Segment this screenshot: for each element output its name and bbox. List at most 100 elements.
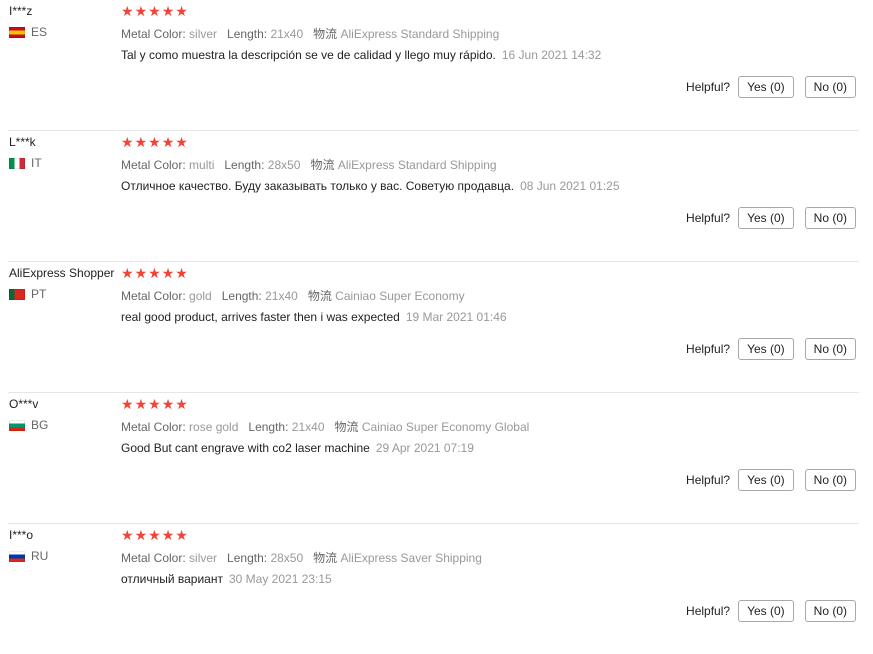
star-icon: ★ xyxy=(148,265,161,281)
attribute-value: AliExpress Standard Shipping xyxy=(337,158,497,172)
helpful-section: Helpful? Yes (0) No (0) xyxy=(686,76,856,98)
helpful-section: Helpful? Yes (0) No (0) xyxy=(686,469,856,491)
star-icon: ★ xyxy=(121,134,134,150)
attribute-key: Metal Color: xyxy=(121,158,186,172)
country-code: ES xyxy=(31,25,48,39)
country-flag-icon xyxy=(9,157,25,169)
reviewer-country: IT xyxy=(9,156,119,170)
attribute-item: Metal Color: multi xyxy=(121,158,214,172)
review-text: отличный вариант 30 May 2021 23:15 xyxy=(121,572,859,586)
attribute-item: Metal Color: silver xyxy=(121,27,217,41)
helpful-label: Helpful? xyxy=(686,604,731,618)
attribute-item: 物流 AliExpress Standard Shipping xyxy=(313,27,499,41)
helpful-section: Helpful? Yes (0) No (0) xyxy=(686,338,856,360)
attribute-value: AliExpress Standard Shipping xyxy=(340,27,500,41)
attribute-key: Length: xyxy=(227,551,268,565)
star-icon: ★ xyxy=(121,3,134,19)
attribute-value: Cainiao Super Economy Global xyxy=(361,420,530,434)
star-rating: ★ ★ ★ ★ ★ xyxy=(121,396,859,412)
helpful-no-button[interactable]: No (0) xyxy=(804,338,856,360)
helpful-yes-button[interactable]: Yes (0) xyxy=(738,469,794,491)
star-icon: ★ xyxy=(134,134,148,150)
attribute-key: Length: xyxy=(224,158,265,172)
attribute-item: 物流 Cainiao Super Economy Global xyxy=(335,420,530,434)
star-icon: ★ xyxy=(161,3,175,19)
review-item: AliExpress Shopper PT ★ ★ ★ ★ ★ Metal Color: go… xyxy=(8,262,859,393)
attribute-key: 物流 xyxy=(313,27,338,41)
attribute-value: 21x40 xyxy=(265,289,298,303)
review-date: 29 Apr 2021 07:19 xyxy=(375,441,474,455)
review-body: Tal y como muestra la descripción se ve … xyxy=(121,48,496,62)
attribute-value: 28x50 xyxy=(267,158,301,172)
attribute-item: Length: 28x50 xyxy=(227,551,303,565)
attribute-value: gold xyxy=(189,289,212,303)
attribute-item: Length: 21x40 xyxy=(227,27,303,41)
reviewer-name: I***o xyxy=(9,528,34,542)
attribute-value: 21x40 xyxy=(270,27,304,41)
helpful-no-button[interactable]: No (0) xyxy=(804,469,856,491)
review-text: Отличное качество. Буду заказывать тольк… xyxy=(121,179,859,193)
review-date: 08 Jun 2021 01:25 xyxy=(520,179,620,193)
review-item: I***o RU ★ ★ ★ ★ ★ Metal Color: silver Length: 2… xyxy=(8,524,859,654)
reviewer-info: L***k IT xyxy=(9,135,119,170)
attribute-item: Length: 21x40 xyxy=(222,289,298,303)
review-item: O***v BG ★ ★ ★ ★ ★ Metal Color: rose gold Length… xyxy=(8,393,859,524)
review-text: Tal y como muestra la descripción se ve … xyxy=(121,48,859,62)
star-icon: ★ xyxy=(134,265,148,281)
attribute-key: Metal Color: xyxy=(121,420,186,434)
helpful-yes-button[interactable]: Yes (0) xyxy=(738,76,794,98)
helpful-yes-button[interactable]: Yes (0) xyxy=(738,600,794,622)
star-icon: ★ xyxy=(148,3,161,19)
helpful-label: Helpful? xyxy=(686,80,731,94)
star-icon: ★ xyxy=(148,527,161,543)
star-rating: ★ ★ ★ ★ ★ xyxy=(121,265,859,281)
review-item: I***z ES ★ ★ ★ ★ ★ Metal Color: silver Length: 2… xyxy=(8,0,859,131)
product-attributes: Metal Color: silver Length: 28x50 物流 AliEx… xyxy=(121,549,859,566)
review-date: 16 Jun 2021 14:32 xyxy=(501,48,602,62)
star-icon: ★ xyxy=(175,265,188,281)
reviewer-country: ES xyxy=(9,25,119,39)
reviewer-name: L***k xyxy=(9,135,36,149)
review-body: Отличное качество. Буду заказывать тольк… xyxy=(121,179,515,193)
helpful-no-button[interactable]: No (0) xyxy=(804,600,856,622)
attribute-item: Metal Color: rose gold xyxy=(121,420,238,434)
attribute-value: AliExpress Saver Shipping xyxy=(340,551,482,565)
helpful-no-button[interactable]: No (0) xyxy=(804,207,856,229)
helpful-section: Helpful? Yes (0) No (0) xyxy=(686,600,856,622)
attribute-item: 物流 AliExpress Standard Shipping xyxy=(310,158,496,172)
attribute-value: 21x40 xyxy=(291,420,325,434)
reviewer-name: O***v xyxy=(9,397,39,411)
country-flag-icon xyxy=(9,550,25,562)
reviewer-info: AliExpress Shopper PT xyxy=(9,266,119,301)
review-content: ★ ★ ★ ★ ★ Metal Color: silver Length: 28x50 物流 … xyxy=(121,527,859,586)
reviewer-country: PT xyxy=(9,287,119,301)
attribute-value: silver xyxy=(189,551,218,565)
star-icon: ★ xyxy=(161,134,175,150)
attribute-key: Length: xyxy=(221,289,262,303)
review-text: Good But cant engrave with co2 laser mac… xyxy=(121,441,859,455)
helpful-yes-button[interactable]: Yes (0) xyxy=(738,207,794,229)
helpful-no-button[interactable]: No (0) xyxy=(804,76,856,98)
reviewer-info: I***o RU xyxy=(9,528,119,563)
star-icon: ★ xyxy=(148,396,161,412)
review-date: 30 May 2021 23:15 xyxy=(228,572,332,586)
helpful-section: Helpful? Yes (0) No (0) xyxy=(686,207,856,229)
reviewer-country: RU xyxy=(9,549,119,563)
reviewer-name: I***z xyxy=(9,4,33,18)
country-code: IT xyxy=(31,156,42,170)
star-icon: ★ xyxy=(121,265,134,281)
attribute-item: Metal Color: gold xyxy=(121,289,212,303)
attribute-value: silver xyxy=(189,27,218,41)
reviewer-country: BG xyxy=(9,418,119,432)
attribute-item: Metal Color: silver xyxy=(121,551,217,565)
review-content: ★ ★ ★ ★ ★ Metal Color: rose gold Length: 21x40… xyxy=(121,396,859,455)
product-attributes: Metal Color: multi Length: 28x50 物流 AliExp… xyxy=(121,156,859,173)
helpful-yes-button[interactable]: Yes (0) xyxy=(738,338,794,360)
review-date: 19 Mar 2021 01:46 xyxy=(405,310,507,324)
review-content: ★ ★ ★ ★ ★ Metal Color: silver Length: 21x40 物流 … xyxy=(121,3,859,62)
country-code: RU xyxy=(31,549,49,563)
review-text: real good product, arrives faster then i… xyxy=(121,310,859,324)
star-rating: ★ ★ ★ ★ ★ xyxy=(121,3,859,19)
attribute-value: rose gold xyxy=(189,420,239,434)
product-attributes: Metal Color: rose gold Length: 21x40 物流 Ca… xyxy=(121,418,859,435)
